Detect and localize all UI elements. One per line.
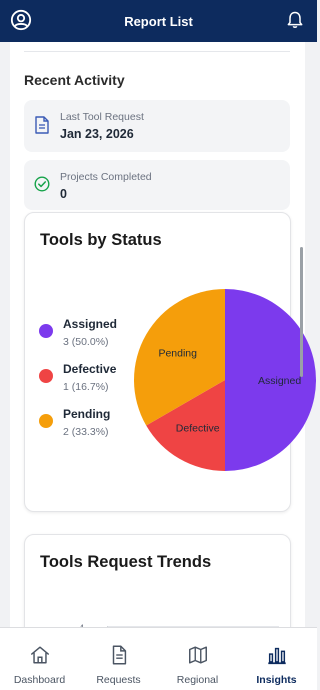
card-title: Tools by Status xyxy=(40,231,162,249)
document-list-icon xyxy=(112,645,126,665)
activity-projects-completed: Projects Completed 0 xyxy=(24,160,290,210)
legend-label: Defective xyxy=(63,362,117,376)
nav-requests[interactable]: Requests xyxy=(79,628,158,690)
nav-label: Requests xyxy=(96,674,141,686)
pie-label-defective: Defective xyxy=(176,422,220,434)
scrollbar-thumb[interactable] xyxy=(300,247,303,377)
check-circle-icon xyxy=(34,176,50,192)
nav-label: Insights xyxy=(256,674,297,686)
bottom-navigation: Dashboard Requests Regional Insights xyxy=(0,627,317,690)
nav-label: Dashboard xyxy=(13,674,66,686)
legend-swatch xyxy=(39,324,53,338)
account-circle-icon[interactable] xyxy=(10,9,32,31)
card-title: Tools Request Trends xyxy=(40,553,212,571)
document-icon xyxy=(35,116,49,134)
activity-value: Jan 23, 2026 xyxy=(60,127,134,141)
bar-chart-icon xyxy=(267,647,286,665)
activity-value: 0 xyxy=(60,187,67,201)
legend-item-assigned[interactable]: Assigned 3 (50.0%) xyxy=(39,317,129,362)
activity-last-tool-request: Last Tool Request Jan 23, 2026 xyxy=(24,100,290,152)
status-pie-chart: Assigned Defective Pending xyxy=(134,289,316,471)
app-header: Report List xyxy=(0,0,317,42)
legend-count: 1 (16.7%) xyxy=(63,381,109,393)
divider xyxy=(24,51,290,52)
report-sheet: Recent Activity Last Tool Request Jan 23… xyxy=(10,42,316,646)
page-title: Report List xyxy=(124,13,193,29)
nav-dashboard[interactable]: Dashboard xyxy=(0,628,79,690)
legend-label: Assigned xyxy=(63,317,118,331)
legend-swatch xyxy=(39,414,53,428)
chart-legend: Assigned 3 (50.0%) Defective 1 (16.7%) P… xyxy=(39,317,129,452)
nav-regional[interactable]: Regional xyxy=(158,628,237,690)
recent-activity-title: Recent Activity xyxy=(24,72,125,88)
activity-label: Last Tool Request xyxy=(60,111,144,123)
nav-label: Regional xyxy=(176,674,219,686)
legend-item-defective[interactable]: Defective 1 (16.7%) xyxy=(39,362,129,407)
activity-label: Projects Completed xyxy=(60,171,152,183)
map-icon xyxy=(188,646,207,664)
pie-label-pending: Pending xyxy=(158,348,197,360)
legend-item-pending[interactable]: Pending 2 (33.3%) xyxy=(39,407,129,452)
legend-label: Pending xyxy=(63,407,111,421)
pie-label-assigned: Assigned xyxy=(258,375,301,387)
tools-by-status-card: Tools by Status Assigned 3 (50.0%) Defec… xyxy=(24,212,316,512)
legend-swatch xyxy=(39,369,53,383)
nav-insights[interactable]: Insights xyxy=(237,628,316,690)
home-icon xyxy=(30,646,49,664)
bell-icon[interactable] xyxy=(285,9,305,31)
legend-count: 2 (33.3%) xyxy=(63,426,109,438)
legend-count: 3 (50.0%) xyxy=(63,336,109,348)
